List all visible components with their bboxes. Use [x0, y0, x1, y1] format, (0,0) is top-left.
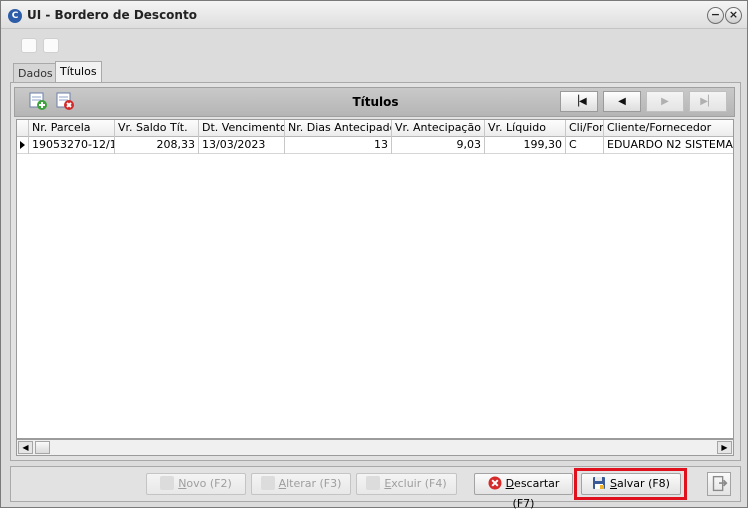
cancel-icon: [488, 476, 502, 490]
scroll-right-icon[interactable]: ▶: [717, 441, 732, 454]
toolbar-placeholder-button[interactable]: [21, 38, 37, 53]
scroll-thumb[interactable]: [35, 441, 50, 454]
salvar-highlight-box: [574, 468, 687, 500]
indicator-column-header: [17, 120, 29, 137]
table-header: Nr. Parcela Vr. Saldo Tít. Dt. Venciment…: [17, 120, 733, 137]
app-window: C UI - Bordero de Desconto − × Dados Tít…: [0, 0, 748, 510]
delete-icon: [366, 476, 381, 490]
excluir-label: xcluir (F4): [391, 477, 447, 490]
toolbar-placeholder-button[interactable]: [43, 38, 59, 53]
novo-button[interactable]: Novo (F2): [146, 473, 246, 495]
first-record-icon[interactable]: ▕◀: [560, 91, 598, 112]
new-icon: [160, 476, 175, 490]
horizontal-scrollbar[interactable]: ◀ ▶: [16, 439, 734, 456]
cell-nr-dias[interactable]: 13: [285, 137, 392, 154]
table-row[interactable]: 19053270-12/12 208,33 13/03/2023 13 9,03…: [17, 137, 733, 154]
tab-titulos[interactable]: Títulos: [55, 61, 102, 83]
minimize-icon[interactable]: −: [707, 7, 724, 24]
cell-vr-liquido[interactable]: 199,30: [485, 137, 566, 154]
column-header[interactable]: Vr. Saldo Tít.: [115, 120, 199, 137]
novo-label: ovo (F2): [186, 477, 232, 490]
cell-dt-vencimento[interactable]: 13/03/2023: [199, 137, 285, 154]
cell-vr-saldo[interactable]: 208,33: [115, 137, 199, 154]
column-header[interactable]: Dt. Vencimento: [199, 120, 285, 137]
grid-toolbar: Títulos ▕◀ ◀ ▶ ▶▏: [14, 87, 735, 117]
tab-dados[interactable]: Dados: [13, 63, 58, 83]
cell-vr-antecipacao[interactable]: 9,03: [392, 137, 485, 154]
column-header[interactable]: Cliente/Fornecedor: [604, 120, 733, 137]
current-row-arrow-icon: [20, 141, 25, 149]
alterar-button[interactable]: Alterar (F3): [251, 473, 351, 495]
descartar-button[interactable]: Descartar (F7): [474, 473, 573, 510]
close-icon[interactable]: ×: [725, 7, 742, 24]
title-bar: C UI - Bordero de Desconto − ×: [1, 1, 747, 29]
descartar-label: escartar (F7): [512, 477, 560, 510]
row-indicator: [17, 137, 29, 154]
descartar-label-accel: D: [505, 477, 515, 490]
alterar-label-accel: A: [278, 477, 287, 490]
exit-button[interactable]: [707, 472, 731, 496]
column-header[interactable]: Vr. Antecipação: [392, 120, 485, 137]
alterar-label: lterar (F3): [286, 477, 342, 490]
column-header[interactable]: Nr. Parcela: [29, 120, 115, 137]
column-header[interactable]: Cli/For: [566, 120, 604, 137]
exit-icon: [712, 475, 728, 492]
scroll-left-icon[interactable]: ◀: [18, 441, 33, 454]
last-record-icon[interactable]: ▶▏: [689, 91, 727, 112]
cell-cli-for[interactable]: C: [566, 137, 604, 154]
titulos-table[interactable]: Nr. Parcela Vr. Saldo Tít. Dt. Venciment…: [16, 119, 734, 439]
next-record-icon[interactable]: ▶: [646, 91, 684, 112]
column-header[interactable]: Nr. Dias Antecipado: [285, 120, 392, 137]
column-header[interactable]: Vr. Líquido: [485, 120, 566, 137]
cell-nr-parcela[interactable]: 19053270-12/12: [29, 137, 115, 154]
window-title: UI - Bordero de Desconto: [27, 8, 197, 22]
edit-icon: [260, 476, 275, 490]
excluir-button[interactable]: Excluir (F4): [356, 473, 457, 495]
app-logo-icon: C: [8, 9, 22, 23]
prior-record-icon[interactable]: ◀: [603, 91, 641, 112]
cell-cliente[interactable]: EDUARDO N2 SISTEMAS: [604, 137, 733, 154]
